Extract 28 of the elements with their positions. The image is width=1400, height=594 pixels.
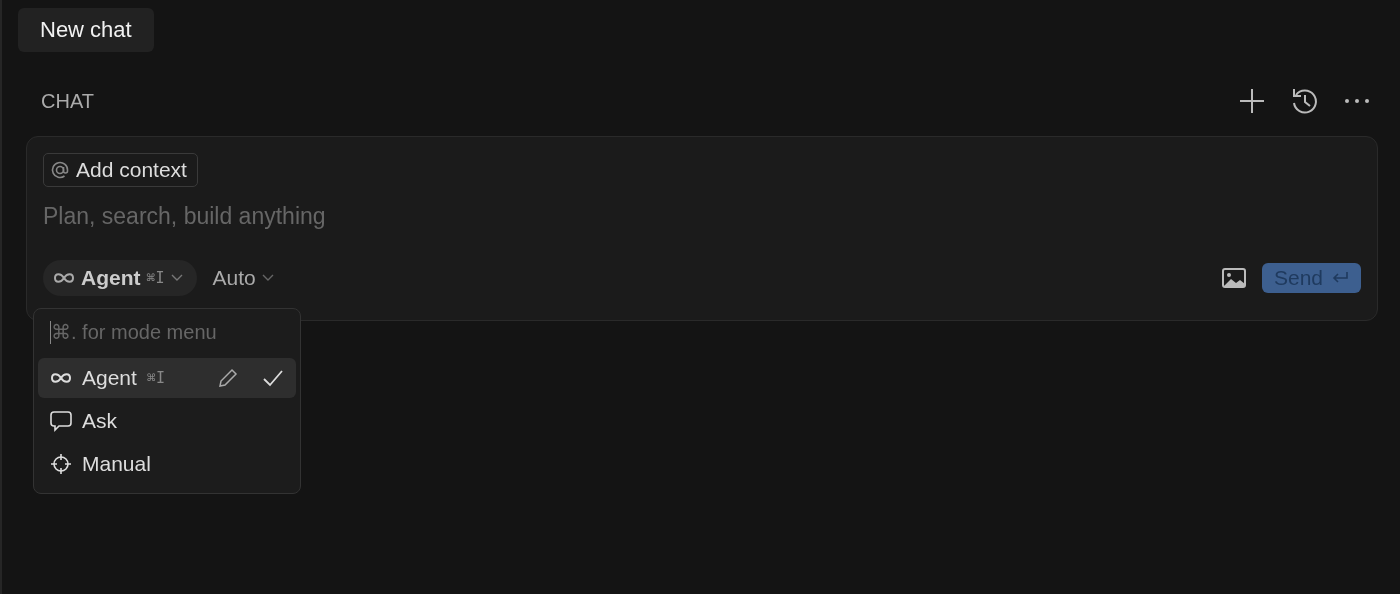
at-icon — [50, 160, 70, 180]
crosshair-icon — [50, 453, 72, 475]
mode-menu-item[interactable]: Manual — [38, 444, 296, 484]
image-icon[interactable] — [1221, 268, 1246, 288]
model-dropdown[interactable]: Auto — [212, 266, 274, 290]
chat-tab[interactable]: New chat — [18, 8, 154, 52]
mode-label: Manual — [82, 452, 151, 476]
pencil-icon[interactable] — [218, 368, 238, 388]
check-icon — [262, 369, 284, 387]
plus-icon[interactable] — [1238, 87, 1266, 115]
speech-bubble-icon — [50, 410, 72, 432]
mode-label: Agent — [82, 366, 137, 390]
shortcut-label: ⌘I — [146, 369, 165, 387]
chevron-icon — [261, 274, 274, 282]
mode-search-field[interactable]: ⌘. for mode menu — [50, 321, 291, 344]
mode-menu-item[interactable]: Ask — [38, 401, 296, 441]
prompt-input[interactable]: Plan, search, build anything — [43, 203, 643, 230]
history-icon[interactable] — [1290, 86, 1320, 116]
mode-dropdown[interactable]: Agent ⌘I — [43, 260, 197, 296]
more-icon[interactable] — [1344, 98, 1370, 104]
infinity-icon — [53, 272, 75, 284]
return-icon — [1331, 271, 1349, 285]
add-context-button[interactable]: Add context — [43, 153, 198, 187]
panel-title: CHAT — [41, 89, 94, 113]
mode-menu-item[interactable]: Agent ⌘I — [38, 358, 296, 398]
mode-label: Ask — [82, 409, 117, 433]
infinity-icon — [50, 372, 72, 384]
chevron-icon — [170, 274, 183, 282]
